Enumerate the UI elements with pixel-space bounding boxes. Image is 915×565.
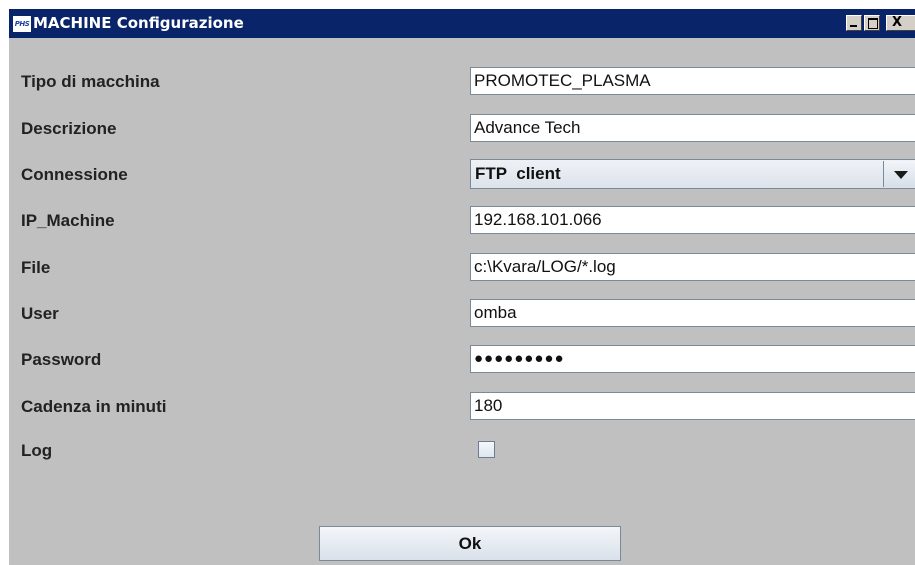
user-field[interactable]: omba — [470, 299, 915, 327]
interval-minutes-label: Cadenza in minuti — [21, 397, 167, 416]
interval-minutes-field[interactable]: 180 — [470, 392, 915, 420]
chevron-down-icon[interactable] — [883, 161, 915, 187]
machine-config-window: PHS MACHINE Configurazione X Tipo di mac… — [8, 8, 915, 565]
password-field[interactable]: ●●●●●●●●● — [470, 345, 915, 373]
minimize-icon — [850, 25, 857, 27]
connection-label: Connessione — [21, 165, 128, 184]
machine-type-label: Tipo di macchina — [21, 72, 160, 91]
close-icon: X — [892, 15, 903, 30]
connection-dropdown[interactable]: FTP client — [470, 159, 915, 189]
password-label: Password — [21, 350, 102, 369]
description-field[interactable]: Advance Tech — [470, 114, 915, 142]
minimize-button[interactable] — [846, 15, 862, 31]
app-logo-icon: PHS — [13, 16, 31, 32]
maximize-icon — [868, 18, 878, 29]
log-checkbox[interactable] — [478, 441, 495, 458]
ip-machine-field[interactable]: 192.168.101.066 — [470, 206, 915, 234]
close-button[interactable]: X — [886, 15, 915, 31]
file-label: File — [21, 258, 51, 277]
description-label: Descrizione — [21, 119, 117, 138]
ok-button[interactable]: Ok — [319, 526, 621, 561]
connection-selected-value: FTP client — [475, 164, 561, 183]
ip-machine-label: IP_Machine — [21, 211, 115, 230]
machine-type-field[interactable]: PROMOTEC_PLASMA — [470, 67, 915, 95]
maximize-button[interactable] — [864, 15, 880, 31]
window-title: MACHINE Configurazione — [33, 14, 244, 32]
file-path-field[interactable]: c:\Kvara/LOG/*.log — [470, 253, 915, 281]
title-bar[interactable]: PHS MACHINE Configurazione X — [9, 9, 915, 38]
log-label: Log — [21, 441, 53, 460]
user-label: User — [21, 304, 59, 323]
